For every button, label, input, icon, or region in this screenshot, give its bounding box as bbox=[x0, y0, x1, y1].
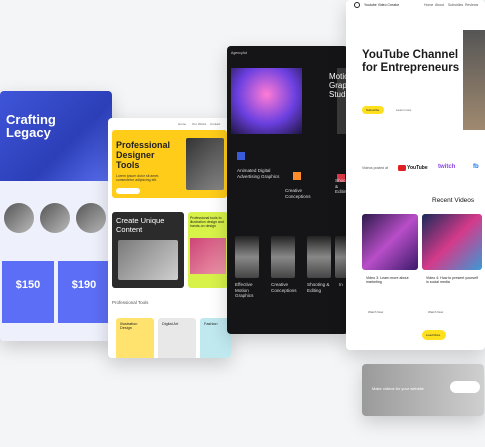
nav-link[interactable]: Contact bbox=[210, 122, 220, 126]
recent-videos-title: Recent Videos bbox=[432, 197, 475, 204]
designer-hero-text: Lorem ipsum dolor sit amet, consectetur … bbox=[116, 174, 160, 182]
video-title[interactable]: Video 4: How to present yourself in soci… bbox=[426, 276, 480, 284]
video-thumbnail[interactable] bbox=[362, 214, 418, 270]
service-label: Creative Conceptions bbox=[285, 188, 311, 199]
nav-link[interactable]: About bbox=[435, 3, 444, 7]
tool-card[interactable]: Digital Art bbox=[158, 318, 196, 358]
crafting-legacy-card: Crafting Legacy $150 $190 bbox=[0, 91, 112, 341]
videos-posted-label: Videos posted at bbox=[362, 166, 389, 170]
thumbnail[interactable] bbox=[235, 236, 259, 278]
banner-input[interactable] bbox=[450, 381, 480, 393]
section-label: Professional Tools bbox=[112, 300, 149, 305]
illustration-image bbox=[190, 238, 226, 274]
green-panel-text: Professional tools to illustration desig… bbox=[190, 216, 224, 228]
price-value: $190 bbox=[71, 279, 97, 291]
agency-brand: AgencyAd bbox=[231, 51, 247, 55]
create-content-title: Create Unique Content bbox=[116, 216, 165, 234]
nav-link[interactable]: Subsidies bbox=[448, 3, 463, 7]
tool-card-title: Digital Art bbox=[162, 322, 179, 326]
nav-link[interactable]: Our Works bbox=[192, 122, 206, 126]
youtube-play-icon bbox=[398, 165, 406, 171]
youtube-logo[interactable]: YouTube bbox=[407, 165, 428, 171]
avatar bbox=[4, 203, 34, 233]
thumbnail-label: Shooting & Editing bbox=[307, 282, 330, 293]
video-title[interactable]: Video 3: Learn more about marketing bbox=[366, 276, 416, 284]
tool-card-title: Illustration Design bbox=[120, 322, 138, 330]
square-icon bbox=[237, 152, 245, 160]
designer-hero-title: Professional Designer Tools bbox=[116, 140, 171, 170]
load-more-label: Load More bbox=[426, 333, 441, 337]
thumbnail-label: Creative Conceptions bbox=[271, 282, 297, 293]
laptop-image bbox=[118, 240, 178, 280]
video-thumbnail[interactable] bbox=[422, 214, 482, 270]
tool-card[interactable]: Illustration Design bbox=[116, 318, 154, 358]
thumbnail-label: Effective Motion Graphics bbox=[235, 282, 254, 298]
price-value: $150 bbox=[15, 279, 41, 291]
nav-link[interactable]: Home bbox=[178, 122, 186, 126]
avatar bbox=[40, 203, 70, 233]
avatar bbox=[76, 203, 106, 233]
watch-now-link[interactable]: Watch Now bbox=[368, 310, 383, 314]
service-label: Animated Digital Advertising Graphics bbox=[237, 168, 280, 179]
banner-text: Make videos for your website bbox=[372, 386, 424, 391]
nav-link[interactable]: Reviews bbox=[465, 3, 478, 7]
price-card[interactable]: $190 bbox=[58, 261, 110, 323]
twitch-logo[interactable]: twitch bbox=[438, 164, 455, 170]
hero-photo bbox=[463, 30, 485, 130]
video-banner: Make videos for your website bbox=[362, 364, 484, 416]
designer-tools-card: Home Our Works Contact Professional Desi… bbox=[108, 118, 231, 358]
crafting-title: Crafting Legacy bbox=[6, 112, 56, 140]
agency-card: AgencyAd Motion Graphics Studio Animated… bbox=[227, 46, 348, 334]
agency-hero-image bbox=[231, 68, 302, 134]
logo-icon bbox=[354, 2, 360, 8]
subscribe-label: Subscribe bbox=[366, 108, 380, 112]
learn-more-link[interactable]: Learn more bbox=[396, 108, 411, 112]
tool-card-title: Fashion bbox=[204, 322, 218, 326]
hero-title: YouTube Channel for Entrepreneurs bbox=[362, 49, 460, 74]
facebook-logo[interactable]: fb bbox=[473, 164, 479, 170]
hero-button[interactable] bbox=[116, 188, 140, 194]
youtube-creator-card: Youtube Video Creator Home About Subsidi… bbox=[346, 0, 485, 350]
price-card[interactable]: $150 bbox=[2, 261, 54, 323]
watch-now-link[interactable]: Watch Now bbox=[428, 310, 443, 314]
designer-hero-image bbox=[186, 138, 224, 190]
brand-name: Youtube Video Creator bbox=[364, 3, 400, 7]
thumbnail[interactable] bbox=[271, 236, 295, 278]
thumbnail[interactable] bbox=[307, 236, 331, 278]
nav-link[interactable]: Home bbox=[424, 3, 433, 7]
square-icon bbox=[293, 172, 301, 180]
